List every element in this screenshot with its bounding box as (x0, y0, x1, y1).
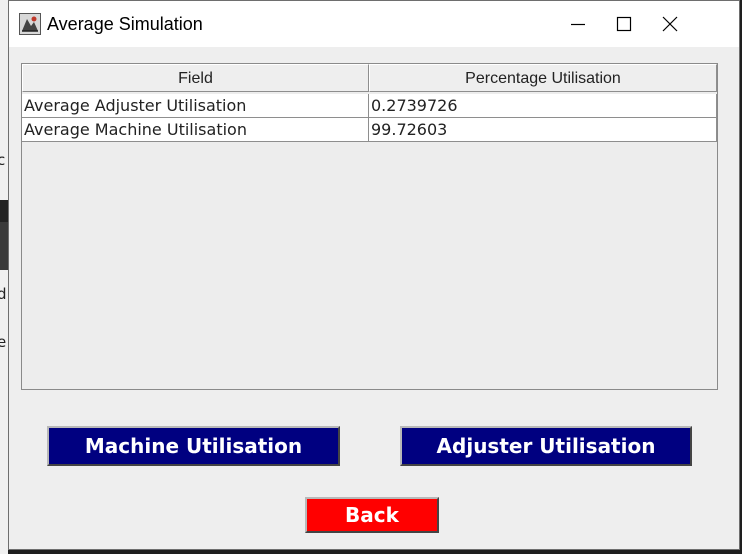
average-simulation-window: Average Simulation Field Percentage Util… (8, 0, 740, 550)
background-text: c (0, 151, 6, 169)
column-header-percentage-utilisation[interactable]: Percentage Utilisation (369, 64, 717, 92)
table-row[interactable]: Average Machine Utilisation 99.72603 (22, 118, 717, 142)
title-bar[interactable]: Average Simulation (9, 1, 739, 47)
close-icon (662, 16, 678, 32)
column-header-field[interactable]: Field (22, 64, 369, 92)
close-button[interactable] (647, 1, 693, 47)
machine-utilisation-button[interactable]: Machine Utilisation (47, 426, 340, 466)
minimize-button[interactable] (555, 1, 601, 47)
table-cell-field[interactable]: Average Adjuster Utilisation (22, 94, 369, 118)
background-text: e (0, 333, 7, 351)
utilisation-table: Field Percentage Utilisation Average Adj… (21, 63, 718, 390)
table-row[interactable]: Average Adjuster Utilisation 0.2739726 (22, 94, 717, 118)
background-window-edge (0, 0, 8, 200)
background-window-edge (0, 200, 8, 222)
maximize-button[interactable] (601, 1, 647, 47)
background-text: d (0, 285, 7, 303)
background-window-edge (0, 222, 8, 270)
table-cell-value[interactable]: 99.72603 (369, 118, 717, 142)
background-window-edge (0, 465, 8, 554)
table-cell-field[interactable]: Average Machine Utilisation (22, 118, 369, 142)
table-header: Field Percentage Utilisation (22, 64, 717, 94)
back-button[interactable]: Back (305, 497, 439, 533)
window-title: Average Simulation (47, 14, 203, 34)
minimize-icon (571, 23, 585, 26)
adjuster-utilisation-button[interactable]: Adjuster Utilisation (400, 426, 692, 466)
maximize-icon (616, 16, 632, 32)
java-app-icon (19, 13, 41, 35)
table-cell-value[interactable]: 0.2739726 (369, 94, 717, 118)
